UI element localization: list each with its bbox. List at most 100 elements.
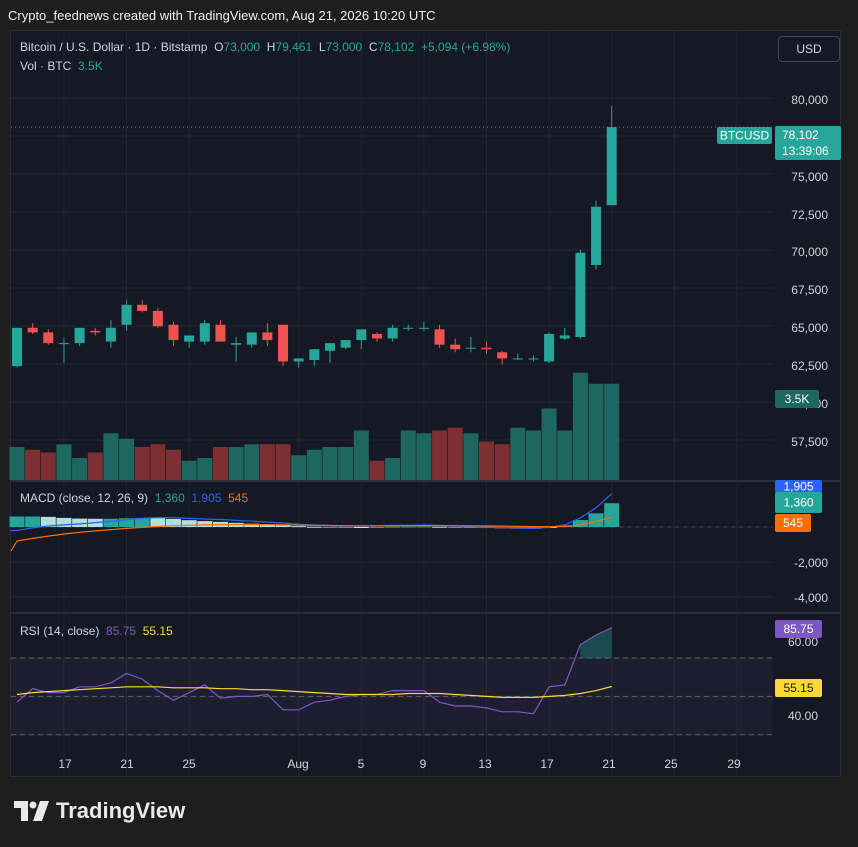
time-axis-label: 25 — [182, 757, 196, 771]
volume-bar — [353, 430, 369, 480]
candle-body — [58, 343, 69, 345]
candle-body — [262, 332, 273, 341]
volume-bar — [40, 452, 56, 480]
price-badge-value: 78,102 — [782, 128, 819, 142]
candle-body — [606, 127, 617, 206]
currency-button[interactable]: USD — [778, 36, 840, 62]
rsi-ma-badge: 55.15 — [783, 681, 813, 695]
price-axis-label: 75,000 — [791, 170, 828, 184]
time-axis-label: 25 — [664, 757, 678, 771]
low-label: L — [318, 40, 326, 54]
rsi-legend: RSI (14, close) 85.75 55.15 — [20, 624, 173, 638]
candle-body — [512, 358, 523, 360]
volume-bar — [416, 433, 432, 480]
symbol-legend: Bitcoin / U.S. Dollar · 1D · Bitstamp O 7… — [20, 40, 510, 54]
tradingview-logo[interactable]: TradingView — [14, 798, 185, 824]
candle-body — [293, 358, 304, 362]
candle-body — [403, 327, 414, 329]
candle-body — [121, 304, 132, 325]
high-value: 79,461 — [275, 40, 313, 54]
macd-histogram-bar — [197, 521, 213, 527]
macd-legend-macd: 1,905 — [191, 491, 222, 505]
macd-histogram-bar — [353, 527, 369, 528]
candle-body — [12, 327, 22, 367]
macd-histogram-bar — [369, 526, 385, 528]
volume-bar — [432, 430, 448, 480]
volume-bar — [119, 438, 135, 480]
volume-bar — [572, 372, 588, 480]
volume-bar — [525, 430, 541, 480]
volume-value: 3.5K — [78, 59, 103, 73]
time-axis-label: 5 — [358, 757, 365, 771]
volume-bar — [134, 447, 150, 480]
price-axis-label: 62,500 — [791, 359, 828, 373]
time-axis-label: 13 — [478, 757, 492, 771]
time-axis-label: 21 — [602, 757, 616, 771]
rsi-legend-label: RSI (14, close) — [20, 624, 100, 638]
candle-body — [152, 310, 163, 327]
candle-body — [559, 335, 570, 339]
rsi-overbought-fill — [580, 627, 612, 658]
macd-histogram-bar — [291, 526, 307, 528]
volume-bars — [9, 372, 620, 480]
symbol-title: Bitcoin / U.S. Dollar · 1D · Bitstamp — [20, 40, 208, 54]
volume-bar — [25, 449, 41, 480]
candle-body — [74, 327, 85, 344]
candle-body — [199, 323, 210, 342]
macd-histogram-bar — [25, 516, 41, 527]
volume-bar — [181, 460, 197, 480]
close-value: 78,102 — [377, 40, 415, 54]
macd-line-badge: 1,360 — [783, 496, 813, 510]
open-label: O — [214, 40, 224, 54]
price-axis-label: 70,000 — [791, 245, 828, 259]
candle-body — [231, 343, 242, 345]
volume-bar — [306, 449, 322, 480]
macd-legend-signal: 545 — [228, 491, 249, 505]
volume-bar — [541, 408, 557, 480]
volume-bar — [150, 444, 166, 480]
candle-body — [497, 352, 508, 359]
candle-body — [90, 330, 101, 333]
macd-legend-hist: 1,360 — [154, 491, 185, 505]
rsi-badge: 85.75 — [783, 622, 813, 636]
candle-body — [356, 329, 367, 341]
chart-svg[interactable]: 80,000 75,000 72,500 70,000 67,500 65,000 62,5… — [0, 0, 858, 847]
price-axis-label: 72,500 — [791, 208, 828, 222]
volume-bar — [369, 460, 385, 480]
macd-legend: MACD (close, 12, 26, 9) 1,360 1,905 545 — [20, 491, 248, 505]
candle-body — [434, 329, 445, 345]
volume-badge: 3.5K — [785, 392, 810, 406]
candle-body — [340, 340, 351, 348]
volume-bar — [604, 383, 620, 480]
tradingview-wordmark: TradingView — [56, 798, 186, 823]
candle-body — [465, 347, 476, 349]
candle-body — [43, 332, 54, 344]
volume-bar — [291, 455, 307, 480]
volume-bar — [197, 458, 213, 480]
macd-histogram-bar — [604, 503, 620, 527]
volume-bar — [557, 430, 573, 480]
macd-histogram-bar — [416, 526, 432, 528]
candle-body — [137, 304, 148, 311]
price-axis-label: 80,000 — [791, 93, 828, 107]
change-value: +5,094 (+6.98%) — [420, 40, 511, 54]
volume-label: Vol · BTC — [20, 59, 72, 73]
candle-body — [246, 332, 257, 345]
price-axis-label: 67,500 — [791, 283, 828, 297]
candle-body — [168, 324, 179, 341]
volume-bar — [87, 452, 103, 480]
volume-bar — [385, 458, 401, 480]
volume-bar — [228, 447, 244, 480]
macd-histogram-bar — [9, 516, 25, 527]
rsi-axis-label: 40.00 — [788, 709, 818, 723]
time-axis-label: 17 — [58, 757, 72, 771]
volume-bar — [494, 444, 510, 480]
rsi-legend-ma: 55.15 — [142, 624, 173, 638]
macd-histogram-bar — [322, 527, 338, 528]
volume-bar — [103, 433, 119, 480]
rsi-legend-value: 85.75 — [106, 624, 137, 638]
macd-histogram-bar — [432, 526, 448, 528]
macd-histogram-bar — [385, 526, 401, 528]
candle-body — [418, 327, 429, 329]
symbol-badge: BTCUSD — [720, 129, 770, 143]
